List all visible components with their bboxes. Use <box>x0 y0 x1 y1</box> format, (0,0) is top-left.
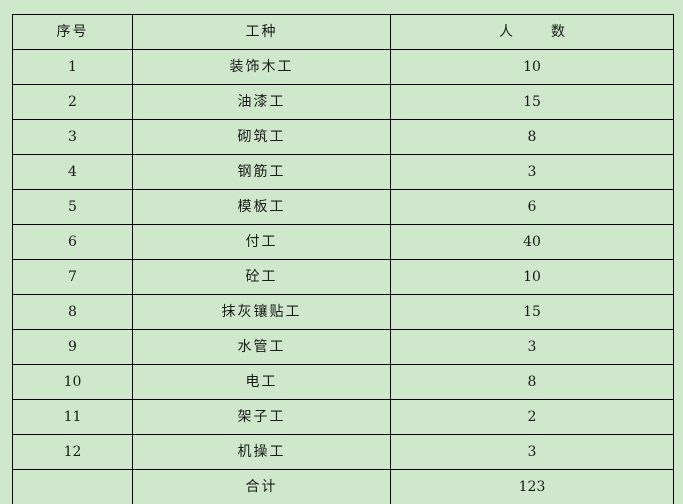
row-trade-cell: 模板工 <box>132 189 391 225</box>
table-row: 9 水管工 3 <box>12 329 674 365</box>
table-row: 1 装饰木工 10 <box>12 49 674 85</box>
table-row: 8 抹灰镶贴工 15 <box>12 294 674 330</box>
total-count-cell: 123 <box>390 469 674 504</box>
table-body: 1 装饰木工 10 2 油漆工 15 3 砌筑工 8 4 钢筋工 3 5 模板工 6 6 付工 40 7 砼工 10 8 抹… <box>12 49 674 470</box>
total-index-cell <box>12 469 133 504</box>
row-index-cell: 10 <box>12 364 133 400</box>
row-count-cell: 3 <box>390 154 674 190</box>
header-trade: 工种 <box>132 14 391 50</box>
row-index-cell: 12 <box>12 434 133 470</box>
table-row: 5 模板工 6 <box>12 189 674 225</box>
total-row: 合计 123 <box>12 469 674 504</box>
row-count-cell: 8 <box>390 364 674 400</box>
row-count-cell: 15 <box>390 294 674 330</box>
total-label-cell: 合计 <box>132 469 391 504</box>
row-index-cell: 7 <box>12 259 133 295</box>
row-trade-cell: 架子工 <box>132 399 391 435</box>
row-index-cell: 2 <box>12 84 133 120</box>
row-index-cell: 4 <box>12 154 133 190</box>
row-trade-cell: 装饰木工 <box>132 49 391 85</box>
row-trade-cell: 付工 <box>132 224 391 260</box>
table-row: 12 机操工 3 <box>12 434 674 470</box>
row-count-cell: 6 <box>390 189 674 225</box>
row-index-cell: 1 <box>12 49 133 85</box>
row-index-cell: 11 <box>12 399 133 435</box>
table-row: 10 电工 8 <box>12 364 674 400</box>
row-trade-cell: 水管工 <box>132 329 391 365</box>
row-trade-cell: 砌筑工 <box>132 119 391 155</box>
row-trade-cell: 机操工 <box>132 434 391 470</box>
row-count-cell: 40 <box>390 224 674 260</box>
row-trade-cell: 钢筋工 <box>132 154 391 190</box>
row-trade-cell: 油漆工 <box>132 84 391 120</box>
row-count-cell: 15 <box>390 84 674 120</box>
header-index: 序号 <box>12 14 133 50</box>
row-trade-cell: 抹灰镶贴工 <box>132 294 391 330</box>
table-header-row: 序号 工种 人数 <box>12 14 674 50</box>
row-index-cell: 9 <box>12 329 133 365</box>
header-count-char2: 数 <box>551 24 565 40</box>
row-trade-cell: 电工 <box>132 364 391 400</box>
row-count-cell: 8 <box>390 119 674 155</box>
header-count: 人数 <box>390 14 674 50</box>
row-index-cell: 8 <box>12 294 133 330</box>
row-index-cell: 3 <box>12 119 133 155</box>
table-row: 2 油漆工 15 <box>12 84 674 120</box>
table-row: 6 付工 40 <box>12 224 674 260</box>
row-count-cell: 10 <box>390 49 674 85</box>
row-index-cell: 5 <box>12 189 133 225</box>
table-row: 4 钢筋工 3 <box>12 154 674 190</box>
row-count-cell: 10 <box>390 259 674 295</box>
row-count-cell: 2 <box>390 399 674 435</box>
row-count-cell: 3 <box>390 329 674 365</box>
header-count-char1: 人 <box>499 24 513 40</box>
labor-table: 序号 工种 人数 1 装饰木工 10 2 油漆工 15 3 砌筑工 8 4 钢筋工 3 5 模板工 6 6 付工… <box>12 14 674 504</box>
row-index-cell: 6 <box>12 224 133 260</box>
row-trade-cell: 砼工 <box>132 259 391 295</box>
table-row: 7 砼工 10 <box>12 259 674 295</box>
row-count-cell: 3 <box>390 434 674 470</box>
table-row: 3 砌筑工 8 <box>12 119 674 155</box>
document-page: 序号 工种 人数 1 装饰木工 10 2 油漆工 15 3 砌筑工 8 4 钢筋工 3 5 模板工 6 6 付工… <box>0 0 683 504</box>
table-row: 11 架子工 2 <box>12 399 674 435</box>
